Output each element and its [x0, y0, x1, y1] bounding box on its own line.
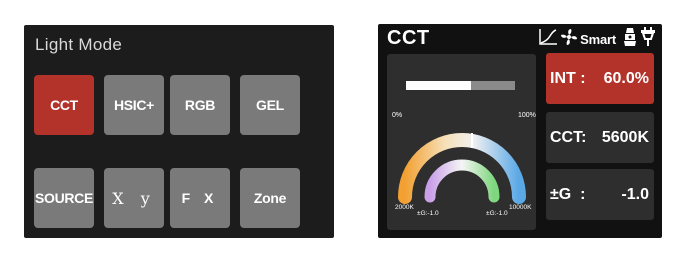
power-plug-icon: [640, 26, 656, 52]
mode-button-cct[interactable]: CCT: [34, 75, 94, 135]
inner-left-label: ±G:-1.0: [417, 210, 439, 217]
cct-screen-title: CCT: [387, 27, 430, 49]
light-mode-title: Light Mode: [35, 35, 123, 54]
cct-control-panel: 0% 100% 2000K 10000K ±G:-1.0 ±G:-1.0: [387, 54, 536, 230]
mode-button-xy[interactable]: X y: [104, 168, 164, 228]
status-bar: Smart: [538, 26, 656, 52]
green-shift-value: -1.0: [621, 185, 649, 203]
green-shift-label: ±G :: [550, 185, 586, 203]
cct-arc-gauge[interactable]: [387, 110, 536, 230]
intensity-label: INT :: [550, 69, 586, 87]
mode-button-hsic[interactable]: HSIC+: [104, 75, 164, 135]
smart-label: Smart: [580, 31, 616, 47]
inner-right-label: ±G:-1.0: [486, 210, 508, 217]
lamp-icon: [622, 27, 638, 52]
cct-info-box[interactable]: CCT: 5600K: [546, 112, 654, 163]
curve-icon: [538, 28, 558, 51]
cct-value: 5600K: [601, 128, 649, 146]
cct-max-label: 10000K: [509, 204, 532, 211]
mode-button-grid: CCT HSIC+ RGB GEL SOURCE X y F X Zone: [34, 75, 303, 230]
intensity-bar-fill: [406, 81, 472, 90]
intensity-info-box[interactable]: INT : 60.0%: [546, 53, 654, 104]
mode-button-fx[interactable]: F X: [170, 168, 230, 228]
intensity-bar[interactable]: [406, 81, 515, 90]
fan-icon: [560, 28, 578, 51]
mode-button-gel[interactable]: GEL: [240, 75, 300, 135]
intensity-value: 60.0%: [603, 69, 649, 87]
cct-min-label: 2000K: [395, 204, 414, 211]
light-mode-screen: Light Mode CCT HSIC+ RGB GEL SOURCE X y …: [24, 25, 334, 238]
cct-screen: CCT Smart 0% 100% 2000K 10000K ±G:-1.0 ±…: [378, 24, 662, 238]
green-shift-info-box[interactable]: ±G : -1.0: [546, 169, 654, 220]
mode-button-source[interactable]: SOURCE: [34, 168, 94, 228]
green-magenta-inner-arc: [424, 159, 500, 203]
mode-button-zone[interactable]: Zone: [240, 168, 300, 228]
cct-label: CCT:: [550, 128, 587, 146]
mode-button-rgb[interactable]: RGB: [170, 75, 230, 135]
